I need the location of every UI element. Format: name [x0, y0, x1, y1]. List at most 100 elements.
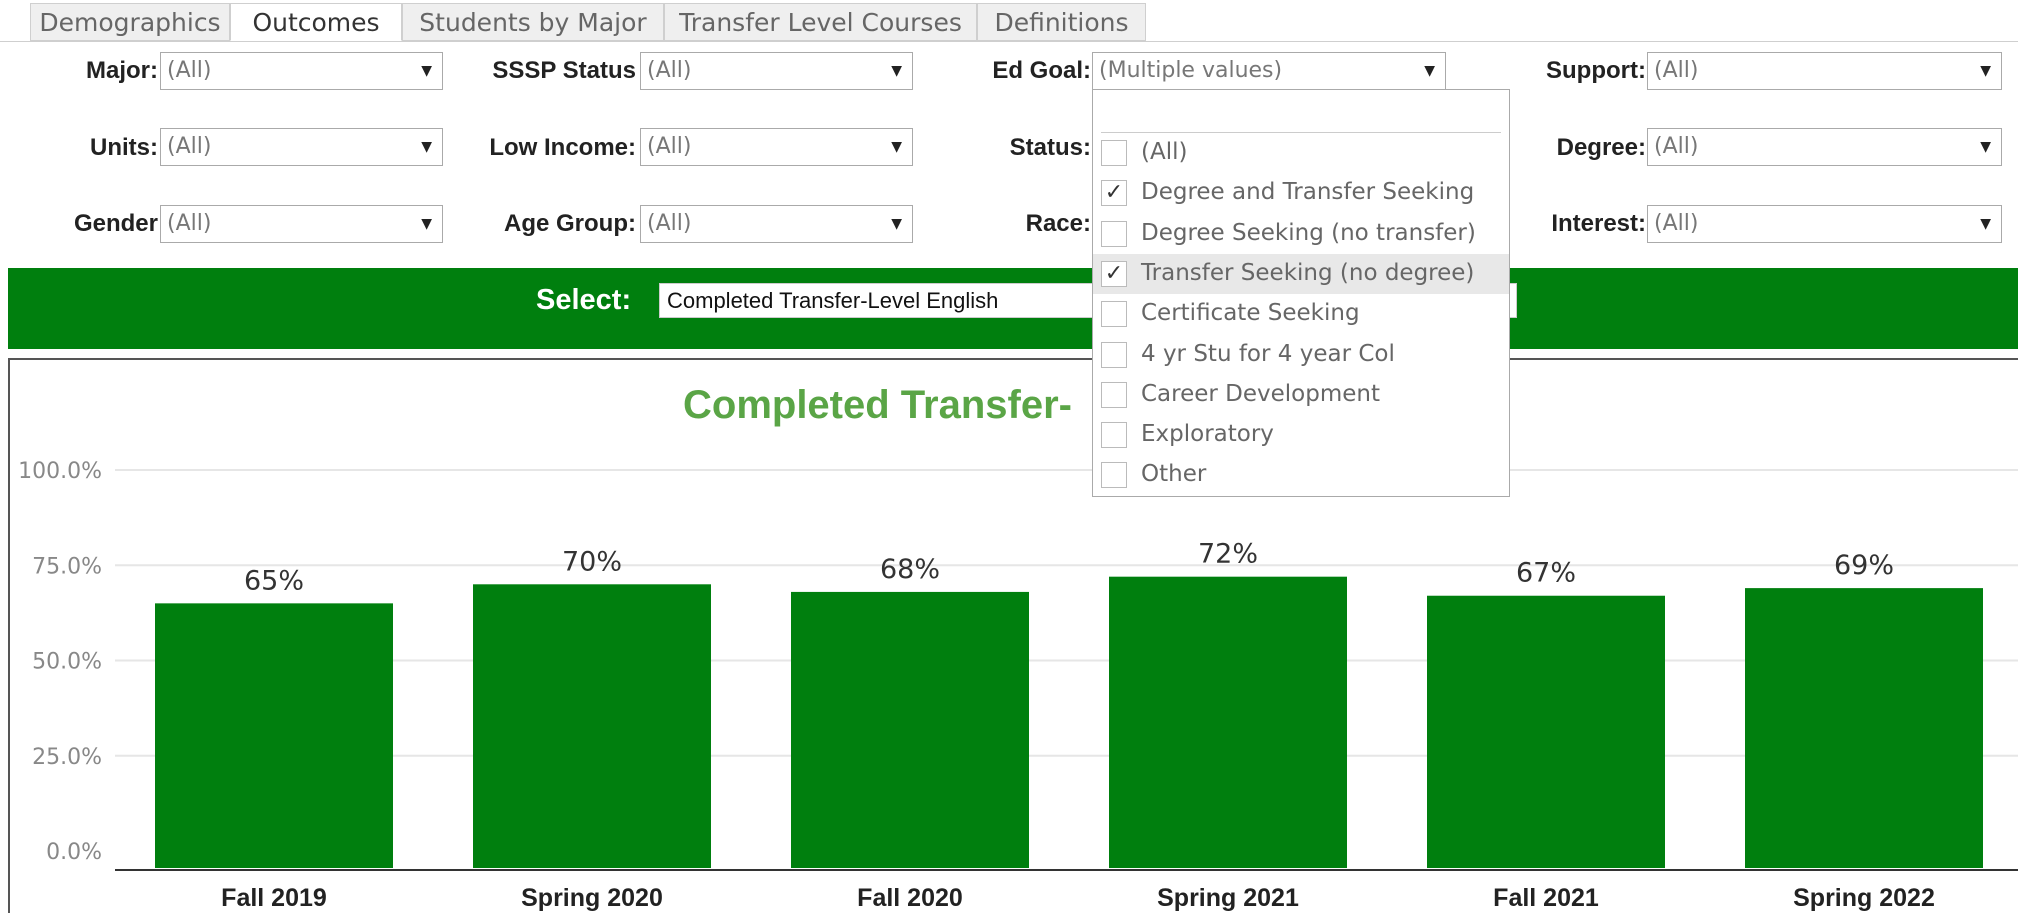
- dropdown-option[interactable]: ✓ Transfer Seeking (no degree): [1093, 253, 1509, 294]
- x-tick-label: Fall 2021: [1493, 884, 1599, 912]
- chevron-down-icon: ▼: [891, 139, 902, 155]
- chevron-down-icon: ▼: [1424, 63, 1435, 79]
- dropdown-option[interactable]: Certificate Seeking: [1093, 294, 1509, 334]
- units-label: Units:: [90, 134, 158, 161]
- interest-label: Interest:: [1551, 210, 1646, 237]
- checkbox-icon[interactable]: [1101, 341, 1127, 368]
- sssp-status-value: (All): [647, 58, 692, 83]
- chevron-down-icon: ▼: [421, 63, 432, 79]
- dropdown-option[interactable]: 4 yr Stu for 4 year Col: [1093, 335, 1509, 375]
- dropdown-option-label: Degree Seeking (no transfer): [1141, 219, 1476, 246]
- chevron-down-icon: ▼: [421, 139, 432, 155]
- low-income-label: Low Income:: [489, 134, 636, 161]
- bar-chart: Completed Transfer- 100.0% 75.0% 50.0% 25.0%…: [18, 383, 2018, 912]
- degree-filter[interactable]: (All) ▼: [1647, 128, 2002, 166]
- major-filter[interactable]: (All) ▼: [160, 52, 443, 90]
- tab-divider: [0, 41, 2018, 42]
- x-tick-label: Spring 2022: [1793, 884, 1935, 912]
- ed-goal-dropdown: (All) ✓ Degree and Transfer Seeking Degree …: [1092, 89, 1510, 497]
- chevron-down-icon: ▼: [1980, 63, 1991, 79]
- units-filter[interactable]: (All) ▼: [160, 128, 443, 166]
- chevron-down-icon: ▼: [421, 216, 432, 232]
- bar: [1109, 576, 1347, 868]
- dropdown-option-label: 4 yr Stu for 4 year Col: [1141, 340, 1395, 367]
- dropdown-option-label: Other: [1141, 461, 1207, 488]
- bar: [155, 603, 393, 868]
- dropdown-option[interactable]: Degree Seeking (no transfer): [1093, 214, 1509, 254]
- ed-goal-filter[interactable]: (Multiple values) ▼: [1092, 52, 1446, 90]
- y-tick-label: 75.0%: [32, 554, 102, 579]
- tab-bar: Demographics Outcomes Students by Major …: [0, 0, 2018, 42]
- checkbox-checked-icon[interactable]: ✓: [1101, 180, 1127, 207]
- dropdown-option-label: Exploratory: [1141, 421, 1274, 448]
- support-label: Support:: [1546, 57, 1646, 84]
- dropdown-option[interactable]: (All): [1093, 133, 1509, 173]
- x-tick-label: Fall 2020: [857, 884, 963, 912]
- dropdown-search[interactable]: [1101, 98, 1501, 133]
- degree-label: Degree:: [1556, 134, 1646, 161]
- status-label: Status:: [1009, 134, 1091, 161]
- select-label: Select:: [536, 284, 632, 316]
- data-label: 72%: [1198, 539, 1258, 570]
- major-label: Major:: [86, 57, 158, 84]
- tab-outcomes[interactable]: Outcomes: [230, 3, 402, 41]
- interest-filter[interactable]: (All) ▼: [1647, 205, 2002, 243]
- checkbox-checked-icon[interactable]: ✓: [1101, 260, 1127, 287]
- tab-demographics[interactable]: Demographics: [30, 3, 230, 41]
- major-value: (All): [167, 58, 212, 83]
- data-label: 65%: [244, 565, 304, 596]
- chevron-down-icon: ▼: [891, 216, 902, 232]
- units-value: (All): [167, 134, 212, 159]
- chevron-down-icon: ▼: [1980, 216, 1991, 232]
- low-income-value: (All): [647, 134, 692, 159]
- age-group-filter[interactable]: (All) ▼: [640, 205, 913, 243]
- tab-transfer-level-courses[interactable]: Transfer Level Courses: [664, 3, 977, 41]
- checkbox-icon[interactable]: [1101, 381, 1127, 408]
- tab-definitions[interactable]: Definitions: [977, 3, 1146, 41]
- dropdown-option-label: Career Development: [1141, 380, 1381, 407]
- ed-goal-value: (Multiple values): [1099, 58, 1283, 83]
- age-group-value: (All): [647, 211, 692, 236]
- x-tick-label: Spring 2021: [1157, 884, 1299, 912]
- dropdown-option-label: Degree and Transfer Seeking: [1141, 179, 1475, 206]
- checkbox-icon[interactable]: [1101, 462, 1127, 489]
- bar: [791, 591, 1029, 868]
- data-label: 70%: [562, 546, 622, 577]
- dropdown-option[interactable]: Exploratory: [1093, 415, 1509, 455]
- x-tick-label: Spring 2020: [521, 884, 663, 912]
- dropdown-option-label: (All): [1141, 139, 1188, 165]
- sssp-status-filter[interactable]: (All) ▼: [640, 52, 913, 90]
- data-label: 67%: [1516, 558, 1576, 589]
- y-tick-label: 0.0%: [46, 840, 102, 865]
- support-filter[interactable]: (All) ▼: [1647, 52, 2002, 90]
- race-label: Race:: [1025, 210, 1091, 237]
- y-tick-label: 100.0%: [18, 459, 102, 484]
- gender-filter[interactable]: (All) ▼: [160, 205, 443, 243]
- gender-value: (All): [167, 211, 212, 236]
- degree-value: (All): [1654, 134, 1699, 159]
- checkbox-icon[interactable]: [1101, 422, 1127, 449]
- y-tick-label: 50.0%: [32, 650, 102, 675]
- chart-frame: Completed Transfer- 100.0% 75.0% 50.0% 25.0%…: [8, 358, 2018, 913]
- x-tick-label: Fall 2019: [221, 884, 327, 912]
- interest-value: (All): [1654, 211, 1699, 236]
- low-income-filter[interactable]: (All) ▼: [640, 128, 913, 166]
- checkbox-icon[interactable]: [1101, 301, 1127, 328]
- data-label: 68%: [880, 554, 940, 585]
- dropdown-option-label: Certificate Seeking: [1141, 300, 1360, 327]
- sssp-status-label: SSSP Status: [492, 57, 636, 84]
- data-label: 69%: [1834, 550, 1894, 581]
- checkbox-icon[interactable]: [1101, 220, 1127, 247]
- dropdown-option-label: Transfer Seeking (no degree): [1141, 259, 1475, 286]
- dropdown-option[interactable]: Career Development: [1093, 375, 1509, 415]
- chevron-down-icon: ▼: [1980, 139, 1991, 155]
- checkbox-icon[interactable]: [1101, 140, 1127, 166]
- chevron-down-icon: ▼: [891, 63, 902, 79]
- ed-goal-label: Ed Goal:: [992, 57, 1091, 84]
- dropdown-option[interactable]: ✓ Degree and Transfer Seeking: [1093, 173, 1509, 213]
- dropdown-option[interactable]: Other: [1093, 455, 1509, 495]
- bar: [1745, 588, 1983, 868]
- tab-students-by-major[interactable]: Students by Major: [402, 3, 664, 41]
- y-tick-label: 25.0%: [32, 745, 102, 770]
- support-value: (All): [1654, 58, 1699, 83]
